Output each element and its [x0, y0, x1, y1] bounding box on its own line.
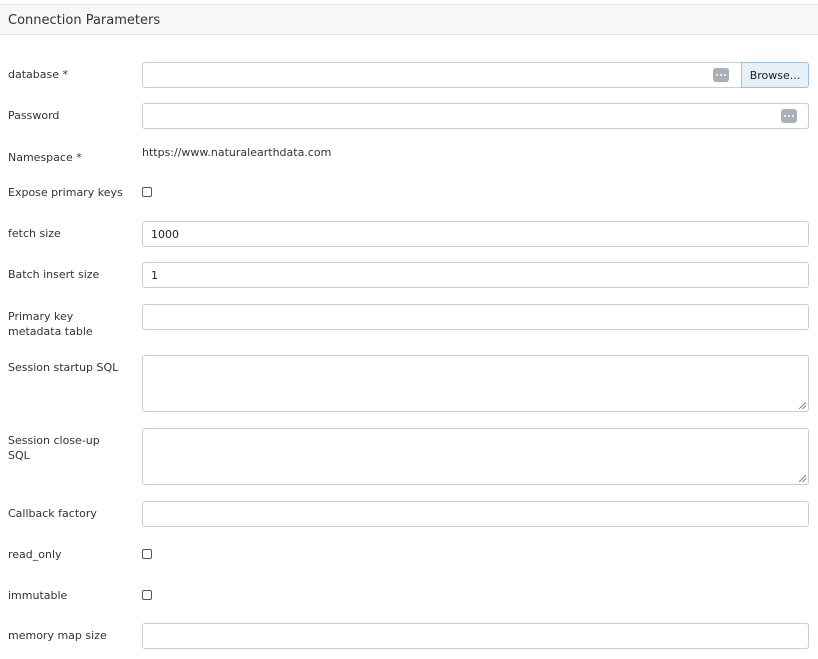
- panel-title: Connection Parameters: [8, 13, 161, 28]
- primary-key-metadata-table-label: Primary key metadata table: [8, 309, 133, 339]
- ellipsis-icon[interactable]: [781, 109, 797, 123]
- callback-factory-input[interactable]: [142, 501, 809, 527]
- resize-grip-icon[interactable]: [799, 475, 806, 482]
- expose-primary-keys-label: Expose primary keys: [8, 186, 123, 199]
- memory-map-size-input[interactable]: [142, 623, 809, 649]
- password-label: Password: [8, 109, 60, 122]
- namespace-label: Namespace *: [8, 151, 82, 164]
- label-line: SQL: [8, 449, 30, 462]
- callback-factory-label: Callback factory: [8, 507, 97, 520]
- browse-button[interactable]: Browse...: [741, 62, 809, 88]
- session-close-up-sql-textarea[interactable]: [142, 428, 809, 485]
- batch-insert-size-label: Batch insert size: [8, 268, 100, 281]
- primary-key-metadata-table-input[interactable]: [142, 304, 809, 330]
- immutable-checkbox[interactable]: [142, 590, 152, 600]
- memory-map-size-label: memory map size: [8, 629, 107, 642]
- read-only-checkbox[interactable]: [142, 549, 152, 559]
- session-startup-sql-label: Session startup SQL: [8, 361, 119, 374]
- ellipsis-icon[interactable]: [713, 68, 729, 82]
- label-line: Primary key: [8, 310, 74, 323]
- namespace-value: https://www.naturalearthdata.com: [142, 146, 332, 159]
- session-startup-sql-textarea[interactable]: [142, 355, 809, 412]
- resize-grip-icon[interactable]: [799, 402, 806, 409]
- batch-insert-size-input[interactable]: [142, 262, 809, 288]
- label-line: Session close-up: [8, 434, 100, 447]
- database-input[interactable]: [142, 62, 742, 88]
- immutable-label: immutable: [8, 589, 68, 602]
- label-line: metadata table: [8, 325, 93, 338]
- session-close-up-sql-label: Session close-up SQL: [8, 433, 133, 463]
- password-input[interactable]: [142, 103, 809, 129]
- database-label: database *: [8, 68, 68, 81]
- fetch-size-label: fetch size: [8, 227, 61, 240]
- fetch-size-input[interactable]: [142, 221, 809, 247]
- read-only-label: read_only: [8, 548, 62, 561]
- panel-header: Connection Parameters: [0, 4, 818, 35]
- expose-primary-keys-checkbox[interactable]: [142, 187, 152, 197]
